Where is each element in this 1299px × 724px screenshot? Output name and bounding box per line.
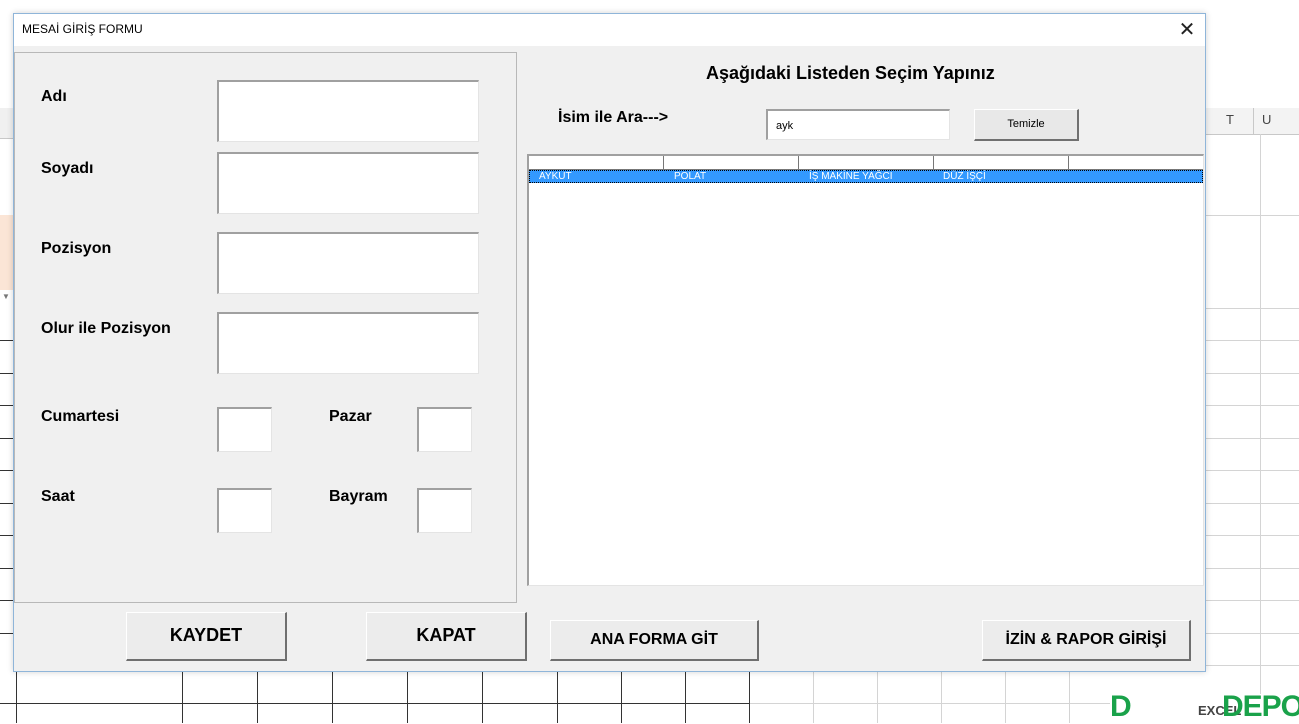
gridline xyxy=(0,703,750,704)
mesai-giris-dialog: MESAİ GİRİŞ FORMU ✕ Adı Soyadı Pozisyon … xyxy=(13,13,1206,672)
gridline xyxy=(0,535,13,536)
gridline xyxy=(0,405,13,406)
list-cell-soyadi: POLAT xyxy=(674,171,707,182)
list-item-selected[interactable]: AYKUT POLAT İŞ MAKİNE YAĞCI DÜZ İŞÇİ xyxy=(529,170,1203,183)
soyadi-field[interactable] xyxy=(217,152,479,214)
gridline xyxy=(1005,672,1006,723)
row-header-strip xyxy=(0,108,14,139)
gridline xyxy=(1206,438,1299,439)
gridline xyxy=(482,672,483,723)
gridline xyxy=(813,672,814,723)
gridline xyxy=(182,672,183,723)
gridline xyxy=(685,672,686,723)
cumartesi-field[interactable] xyxy=(217,407,272,452)
gridline xyxy=(1206,665,1299,666)
gridline xyxy=(1206,535,1299,536)
excel-depo-logo: D EXCEL DEPO xyxy=(1110,690,1299,723)
saat-field[interactable] xyxy=(217,488,272,533)
list-column-header[interactable] xyxy=(799,156,934,169)
list-column-header[interactable] xyxy=(934,156,1069,169)
olur-ile-pozisyon-field[interactable] xyxy=(217,312,479,374)
label-pazar: Pazar xyxy=(329,408,372,425)
gridline xyxy=(1206,373,1299,374)
gridline xyxy=(0,438,13,439)
gridline xyxy=(0,373,13,374)
gridline xyxy=(257,672,258,723)
gridline xyxy=(0,503,13,504)
pazar-field[interactable] xyxy=(417,407,472,452)
bayram-field[interactable] xyxy=(417,488,472,533)
list-column-header[interactable] xyxy=(1069,156,1203,169)
gridline xyxy=(332,672,333,723)
label-saat: Saat xyxy=(41,488,75,505)
gridline xyxy=(0,633,13,634)
gridline xyxy=(1206,503,1299,504)
label-cumartesi: Cumartesi xyxy=(41,408,120,425)
label-soyadi: Soyadı xyxy=(41,160,94,177)
label-olur-ile-pozisyon: Olur ile Pozisyon xyxy=(41,320,171,337)
adi-field[interactable] xyxy=(217,80,479,142)
label-adi: Adı xyxy=(41,88,67,105)
gridline xyxy=(1206,405,1299,406)
dialog-titlebar[interactable]: MESAİ GİRİŞ FORMU ✕ xyxy=(14,14,1205,46)
logo-left: D xyxy=(1110,690,1132,723)
gridline xyxy=(621,672,622,723)
gridline xyxy=(0,600,13,601)
list-cell-pozisyon: İŞ MAKİNE YAĞCI xyxy=(809,171,893,182)
gridline xyxy=(0,470,13,471)
gridline xyxy=(750,703,1110,704)
search-input[interactable] xyxy=(766,109,950,140)
logo-right: DEPO xyxy=(1222,690,1299,723)
list-column-header[interactable] xyxy=(529,156,664,169)
gridline xyxy=(1069,672,1070,723)
list-cell-olur-pozisyon: DÜZ İŞÇİ xyxy=(943,171,986,182)
list-header xyxy=(529,156,1203,170)
gridline xyxy=(877,672,878,723)
list-column-header[interactable] xyxy=(664,156,799,169)
kaydet-button[interactable]: KAYDET xyxy=(126,612,287,661)
gridline xyxy=(1206,470,1299,471)
search-label: İsim ile Ara---> xyxy=(558,109,669,126)
close-icon[interactable]: ✕ xyxy=(1173,16,1201,44)
label-pozisyon: Pozisyon xyxy=(41,240,112,257)
gridline xyxy=(1206,633,1299,634)
employee-form-frame: Adı Soyadı Pozisyon Olur ile Pozisyon Cu… xyxy=(14,52,517,603)
dialog-title: MESAİ GİRİŞ FORMU xyxy=(22,22,143,36)
column-letter-u[interactable]: U xyxy=(1262,112,1271,127)
selected-row-header xyxy=(0,215,14,290)
temizle-button[interactable]: Temizle xyxy=(974,109,1079,141)
list-heading: Aşağıdaki Listeden Seçim Yapınız xyxy=(706,63,995,83)
gridline xyxy=(0,568,13,569)
gridline xyxy=(1206,600,1299,601)
gridline xyxy=(749,672,750,723)
izin-rapor-girisi-button[interactable]: İZİN & RAPOR GİRİŞİ xyxy=(982,620,1191,661)
gridline xyxy=(557,672,558,723)
pozisyon-field[interactable] xyxy=(217,232,479,294)
gridline xyxy=(1260,134,1261,694)
gridline xyxy=(1206,340,1299,341)
gridline xyxy=(1206,215,1299,216)
column-letter-t[interactable]: T xyxy=(1226,112,1234,127)
gridline xyxy=(16,672,17,723)
gridline xyxy=(407,672,408,723)
list-cell-adi: AYKUT xyxy=(539,171,572,182)
employee-listbox[interactable]: AYKUT POLAT İŞ MAKİNE YAĞCI DÜZ İŞÇİ xyxy=(527,154,1204,586)
label-bayram: Bayram xyxy=(329,488,388,505)
gridline xyxy=(1206,308,1299,309)
dropdown-arrow-icon: ▼ xyxy=(2,292,10,301)
gridline xyxy=(941,672,942,723)
kapat-button[interactable]: KAPAT xyxy=(366,612,527,661)
gridline xyxy=(0,340,13,341)
column-divider xyxy=(1253,108,1254,134)
gridline xyxy=(1206,568,1299,569)
ana-forma-git-button[interactable]: ANA FORMA GİT xyxy=(550,620,759,661)
